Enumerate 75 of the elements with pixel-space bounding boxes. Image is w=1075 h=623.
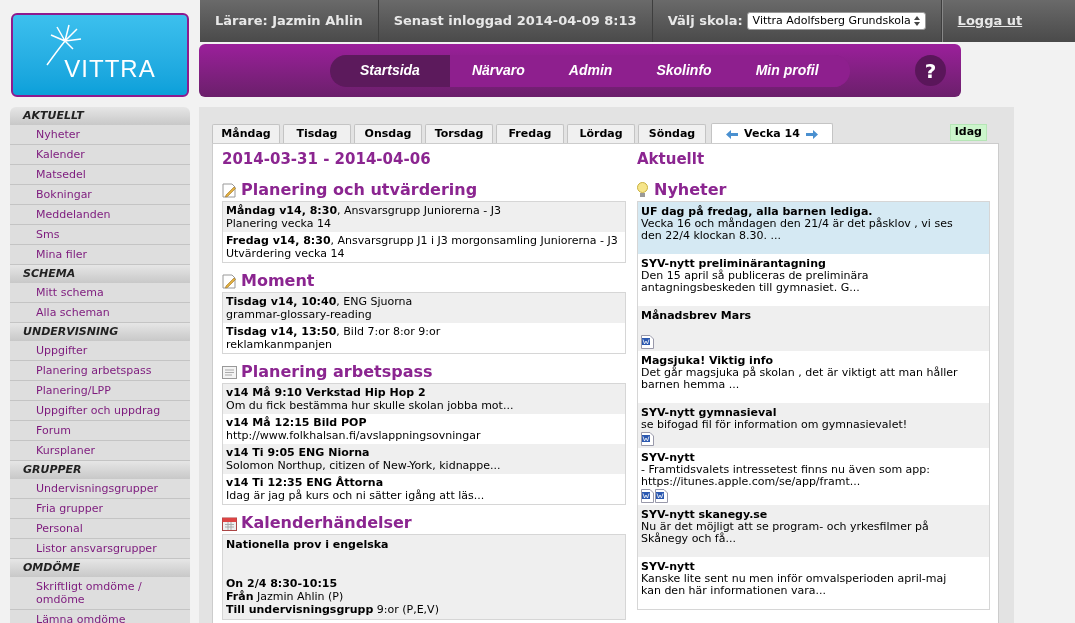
word-document-icon[interactable] <box>641 489 654 503</box>
nav-tab[interactable]: Startsida <box>330 54 450 87</box>
calendar-event[interactable]: Nationella prov i engelska On 2/4 8:30-10:15 Från Jazmin Ahlin (P) Till undervisningsgrupp 9:or (P,E,V) <box>223 535 625 619</box>
news-item[interactable]: SYV-nytt skanegy.se Nu är det möjligt att se program- och yrkesfilmer på Skånegy och få... <box>638 505 989 557</box>
sidebar-heading: AKTUELLT <box>10 107 190 125</box>
sidebar-link[interactable]: Sms <box>10 225 190 245</box>
sidebar-link[interactable]: Listor ansvarsgrupper <box>10 539 190 559</box>
sidebar-link[interactable]: Matsedel <box>10 165 190 185</box>
word-document-icon[interactable] <box>655 489 668 503</box>
date-range: 2014-03-31 - 2014-04-06 <box>222 150 432 168</box>
calendar-icon <box>222 515 237 531</box>
sidebar-link[interactable]: Mina filer <box>10 245 190 265</box>
entry-item[interactable]: Måndag v14, 8:30, Ansvarsgrupp Juniorerna - J3 Planering vecka 14 <box>223 202 625 232</box>
sidebar-link[interactable]: Alla scheman <box>10 303 190 323</box>
entry-item[interactable]: v14 Må 9:10 Verkstad Hip Hop 2 Om du fick bestämma hur skulle skolan jobba mot... <box>223 384 625 414</box>
event-time: On 2/4 8:30-10:15 <box>226 577 339 590</box>
last-login: Senast inloggad 2014-04-09 8:13 <box>378 0 653 42</box>
day-tab[interactable]: Lördag <box>567 124 635 144</box>
column-heading: Aktuellt <box>637 150 706 168</box>
sidebar-link[interactable]: Skriftligt omdöme / omdöme <box>10 577 190 610</box>
notepad-pencil-icon <box>222 273 237 289</box>
week-tab[interactable]: Vecka 14 <box>711 123 833 144</box>
arrow-left-icon[interactable] <box>726 129 739 139</box>
event-sender: Från Jazmin Ahlin (P) <box>226 590 345 603</box>
entry-item[interactable]: Tisdag v14, 10:40, ENG Sjuorna grammar-glossary-reading <box>223 293 625 323</box>
today-button[interactable]: Idag <box>949 124 987 141</box>
entry-item[interactable]: v14 Ti 9:05 ENG Niorna Solomon Northup, citizen of New-York, kidnappe... <box>223 444 625 474</box>
help-button[interactable]: ? <box>915 55 946 86</box>
word-document-icon[interactable] <box>641 432 654 446</box>
sidebar-link[interactable]: Kalender <box>10 145 190 165</box>
news-item[interactable]: SYV-nytt gymnasieval se bifogad fil för information om gymnasievalet! <box>638 403 989 448</box>
notepad-pencil-icon <box>222 182 237 198</box>
day-tab[interactable]: Söndag <box>638 124 706 144</box>
event-title: Nationella prov i engelska <box>226 538 390 551</box>
sidebar-link[interactable]: Kursplaner <box>10 441 190 461</box>
day-tab[interactable]: Fredag <box>496 124 564 144</box>
sidebar-link[interactable]: Planering/LPP <box>10 381 190 401</box>
sidebar-heading: OMDÖME <box>10 559 190 577</box>
sidebar-link[interactable]: Uppgifter och uppdrag <box>10 401 190 421</box>
day-tab[interactable]: Tisdag <box>283 124 351 144</box>
day-tab[interactable]: Måndag <box>212 124 280 144</box>
sidebar-link[interactable]: Mitt schema <box>10 283 190 303</box>
sidebar-link[interactable]: Lämna omdöme <box>10 610 190 623</box>
sidebar-link[interactable]: Meddelanden <box>10 205 190 225</box>
lightbulb-icon <box>637 182 648 198</box>
sidebar-heading: GRUPPER <box>10 461 190 479</box>
section-heading: Nyheter <box>654 181 727 199</box>
sidebar-link[interactable]: Bokningar <box>10 185 190 205</box>
sidebar-link[interactable]: Uppgifter <box>10 341 190 361</box>
section-heading: Moment <box>241 272 315 290</box>
sidebar-link[interactable]: Planering arbetspass <box>10 361 190 381</box>
day-tab[interactable]: Onsdag <box>354 124 422 144</box>
sidebar-heading: SCHEMA <box>10 265 190 283</box>
event-recipients: Till undervisningsgrupp 9:or (P,E,V) <box>226 603 440 616</box>
sidebar-link[interactable]: Personal <box>10 519 190 539</box>
logout-link[interactable]: Logga ut <box>957 11 1023 31</box>
sidebar-link[interactable]: Forum <box>10 421 190 441</box>
dropdown-arrows-icon <box>912 15 921 27</box>
sidebar-link[interactable]: Fria grupper <box>10 499 190 519</box>
logo-text: VITTRA <box>64 54 156 84</box>
news-item[interactable]: Månadsbrev Mars <box>638 306 989 351</box>
section-heading: Kalenderhändelser <box>241 514 412 532</box>
news-item[interactable]: UF dag på fredag, alla barnen lediga. Vecka 16 och måndagen den 21/4 är det påsklov , vi ses den 22/4 klockan 8.30. ... <box>638 202 989 254</box>
sidebar-link[interactable]: Undervisningsgrupper <box>10 479 190 499</box>
school-select[interactable]: Vittra Adolfsberg Grundskola <box>746 12 926 30</box>
sidebar-heading: UNDERVISNING <box>10 323 190 341</box>
document-icon <box>222 365 237 379</box>
day-tab[interactable]: Torsdag <box>425 124 493 144</box>
section-heading: Planering arbetspass <box>241 363 433 381</box>
section-heading: Planering och utvärdering <box>241 181 478 199</box>
arrow-right-icon[interactable] <box>805 129 818 139</box>
sidebar-link[interactable]: Nyheter <box>10 125 190 145</box>
school-label: Välj skola: <box>667 12 743 31</box>
word-document-icon[interactable] <box>641 335 654 349</box>
teacher-name: Lärare: Jazmin Ahlin <box>200 0 379 42</box>
